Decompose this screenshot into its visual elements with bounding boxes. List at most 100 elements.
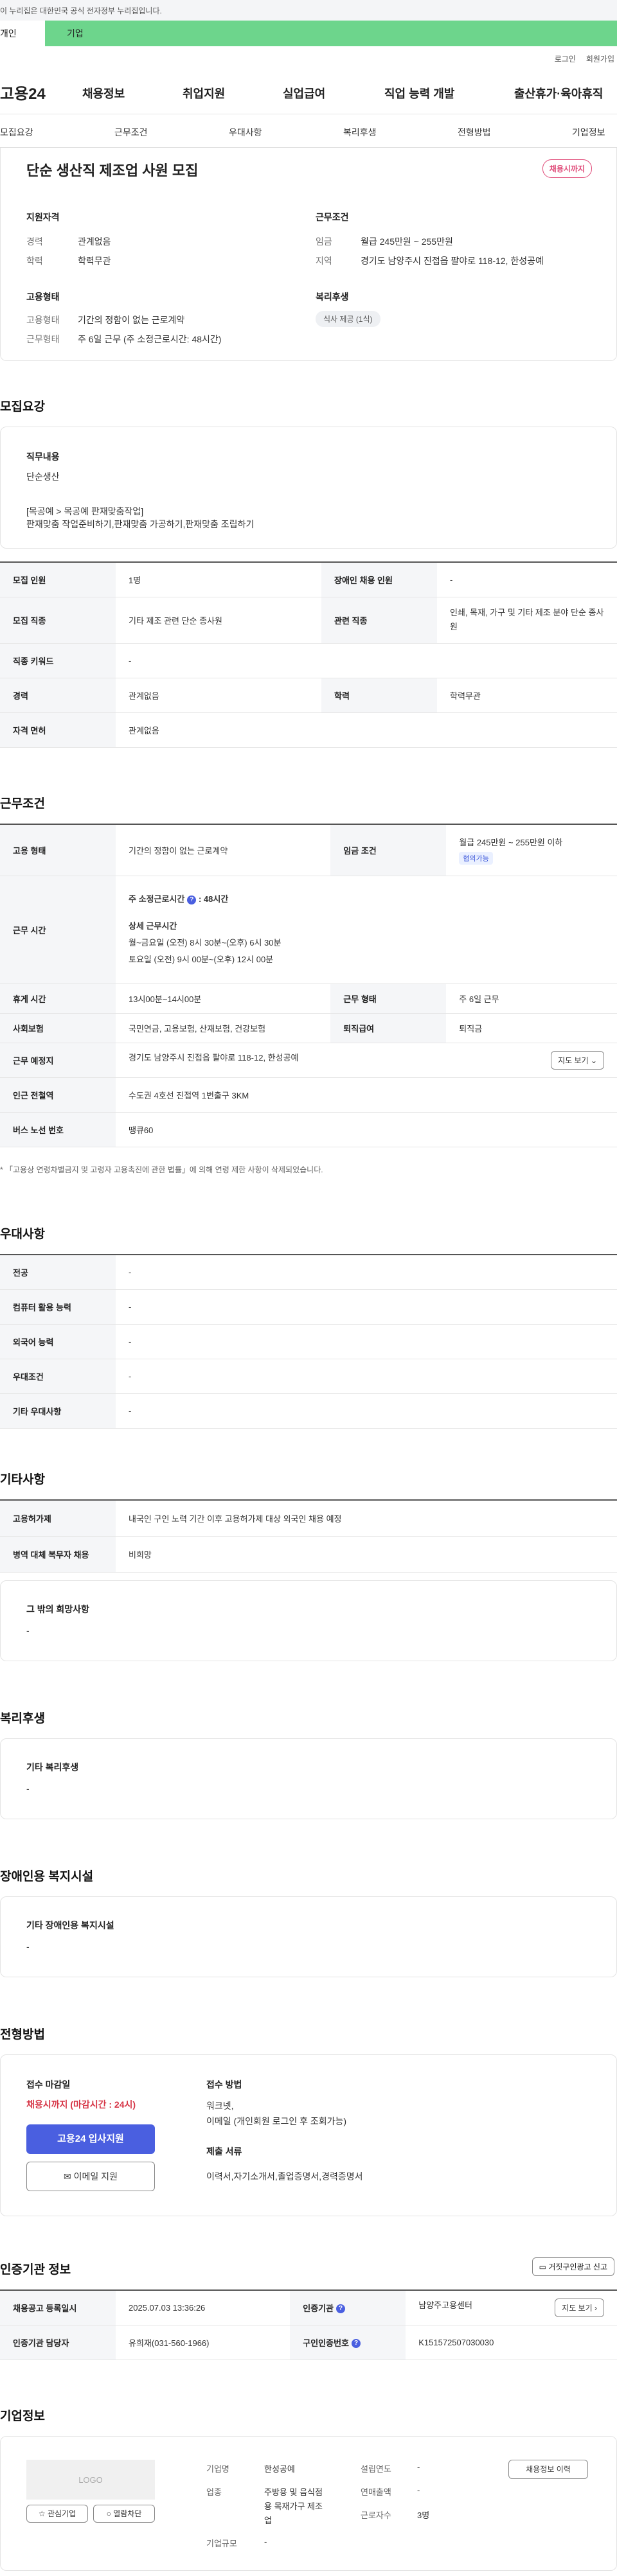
anchor-company[interactable]: 기업정보: [572, 126, 605, 139]
table-cell: 기간의 정함이 없는 근로계약: [116, 824, 331, 876]
work-table: 고용 형태 기간의 정함이 없는 근로계약 임금 조건 월급 245만원 ~ 25…: [0, 824, 617, 1147]
duty-detail-1: [목공예 > 목공예 판재맞춤작업]: [26, 506, 144, 516]
table-cell: -: [116, 1324, 617, 1359]
method-label: 접수 방법: [206, 2079, 242, 2090]
gnb-item-employment-support[interactable]: 취업지원: [183, 85, 225, 101]
mail-icon: ✉: [64, 2171, 71, 2182]
star-icon: ☆: [38, 2509, 46, 2518]
welfare-body: -: [26, 1783, 30, 1794]
table-head: 기타 우대사항: [0, 1393, 116, 1429]
login-link[interactable]: 로그인: [555, 53, 576, 64]
table-cell: 인쇄, 목재, 가구 및 기타 제조 분야 단순 종사원: [437, 597, 617, 644]
hiring-history-button[interactable]: 채용정보 이력: [508, 2460, 588, 2479]
table-head: 모집 인원: [0, 561, 116, 597]
table-cell: 수도권 4호선 진접역 1번출구 3KM: [116, 1077, 617, 1113]
anchor-pref[interactable]: 우대사항: [229, 126, 262, 139]
tab-business[interactable]: 기업: [45, 21, 617, 46]
table-row: 병역 대체 복무자 채용 비희망: [0, 1536, 617, 1573]
util-menu: 로그인 회원가입: [0, 46, 617, 71]
table-cell: 13시00분~14시00분: [116, 984, 331, 1014]
hours-detail-2: 토요일 (오전) 9시 00분~(오후) 12시 00분: [129, 955, 274, 964]
info-icon[interactable]: ?: [336, 2304, 346, 2314]
gnb-item-leave[interactable]: 출산휴가·육아휴직: [514, 85, 603, 101]
anchor-recruit[interactable]: 모집요강: [0, 126, 33, 139]
career-row: 경력 관계없음: [26, 236, 111, 247]
welfare-card: 기타 복리후생 -: [0, 1738, 617, 1819]
place-value: 경기도 남양주시 진접읍 팔야로 118-12, 한성공예: [129, 1052, 299, 1063]
table-row: 모집 직종 기타 제조 관련 단순 종사원 관련 직종 인쇄, 목재, 가구 및 기…: [0, 597, 617, 644]
scale-value: -: [264, 2537, 267, 2546]
summary-card: 단순 생산직 제조업 사원 모집 채용시까지 지원자격 경력 관계없음 학력 학력무…: [0, 148, 617, 361]
table-head: 장애인 채용 인원: [321, 561, 437, 597]
founded-value: -: [417, 2462, 420, 2472]
favorite-company-button[interactable]: ☆ 관심기업: [26, 2505, 88, 2523]
table-head: 인증기관?: [290, 2289, 406, 2325]
pref-table: 전공 - 컴퓨터 활용 능력 - 외국어 능력 - 우대조건 - 기타 우대사항 -: [0, 1254, 617, 1429]
anchor-welfare[interactable]: 복리후생: [343, 126, 377, 139]
wage-row: 임금 월급 245만원 ~ 255만원: [316, 236, 453, 247]
table-cell: -: [437, 561, 617, 597]
gnb-item-jobs[interactable]: 채용정보: [82, 85, 125, 101]
table-row: 직종 키워드 -: [0, 643, 617, 678]
info-icon[interactable]: ?: [352, 2339, 361, 2349]
duty-body: 단순생산: [26, 472, 60, 482]
table-head: 모집 직종: [0, 597, 116, 644]
process-card: 접수 마감일 채용시까지 (마감시간 : 24시) 고용24 입사지원 ✉ 이메…: [0, 2054, 617, 2216]
table-row: 기타 우대사항 -: [0, 1393, 617, 1429]
table-head: 휴게 시간: [0, 984, 116, 1014]
table-row: 전공 -: [0, 1254, 617, 1290]
site-logo[interactable]: 고용24: [0, 81, 46, 103]
table-cell: 2025.07.03 13:36:26: [116, 2289, 291, 2325]
anchor-work[interactable]: 근무조건: [114, 126, 148, 139]
gov-banner-text: 이 누리집은 대한민국 공식 전자정부 누리집입니다.: [0, 6, 162, 15]
anchor-process[interactable]: 전형방법: [458, 126, 491, 139]
table-head: 인증기관 담당자: [0, 2325, 116, 2360]
welfare-title: 기타 복리후생: [26, 1762, 79, 1772]
industry-label: 업종: [206, 2487, 222, 2497]
company-name-label: 기업명: [206, 2464, 229, 2474]
table-head: 구인인증번호?: [290, 2325, 406, 2360]
table-head: 관련 직종: [321, 597, 437, 644]
gnb-item-unemployment[interactable]: 실업급여: [283, 85, 325, 101]
report-button[interactable]: ▭ 거짓구인광고 신고: [532, 2257, 614, 2276]
tab-individual[interactable]: 개인: [0, 21, 45, 46]
email-apply-button[interactable]: ✉ 이메일 지원: [26, 2162, 155, 2191]
welfare-chip: 식사 제공 (1식): [316, 311, 380, 327]
disability-body: -: [26, 1941, 30, 1952]
anchor-nav: 모집요강 근무조건 우대사항 복리후생 전형방법 기업정보: [0, 114, 617, 148]
agency-map-button[interactable]: 지도 보기 ›: [555, 2298, 604, 2317]
table-head: 외국어 능력: [0, 1324, 116, 1359]
apply-button[interactable]: 고용24 입사지원: [26, 2124, 155, 2154]
org-value: 남양주고용센터: [418, 2300, 472, 2310]
docs-label: 제출 서류: [206, 2146, 242, 2157]
table-head: 경력: [0, 678, 116, 713]
table-row: 외국어 능력 -: [0, 1324, 617, 1359]
table-row: 사회보험 국민연금, 고용보험, 산재보험, 건강보험 퇴직급여 퇴직금: [0, 1013, 617, 1043]
table-row: 자격 면허 관계없음: [0, 712, 617, 748]
gnb-item-training[interactable]: 직업 능력 개발: [384, 85, 454, 101]
global-nav: 고용24 채용정보 취업지원 실업급여 직업 능력 개발 출산휴가·육아휴직: [0, 71, 617, 114]
place-cell: 경기도 남양주시 진접읍 팔야로 118-12, 한성공예 지도 보기 ⌄: [116, 1043, 617, 1078]
org-cell: 남양주고용센터 지도 보기 ›: [406, 2289, 617, 2325]
table-row: 경력 관계없음 학력 학력무관: [0, 678, 617, 713]
company-card: LOGO ☆ 관심기업 ○ 열람차단 기업명 한성공예 설립연도 - 업종 주방…: [0, 2436, 617, 2571]
deadline-value: 채용시까지 (마감시간 : 24시): [26, 2099, 136, 2110]
process-heading: 전형방법: [0, 2028, 45, 2042]
docs-value: 이력서,자기소개서,졸업증명서,경력증명서: [206, 2171, 363, 2182]
table-head: 퇴직급여: [330, 1013, 447, 1043]
hours-detail-1: 월~금요일 (오전) 8시 30분~(오후) 6시 30분: [129, 938, 282, 948]
table-head: 근무 시간: [0, 876, 116, 984]
info-icon[interactable]: ?: [187, 895, 197, 904]
work-heading: 근무조건: [0, 797, 45, 811]
employees-label: 근로자수: [361, 2510, 391, 2520]
company-heading: 기업정보: [0, 2410, 45, 2423]
circle-icon: ○: [106, 2509, 111, 2518]
table-cell: -: [116, 1359, 617, 1394]
table-cell: 비희망: [116, 1536, 617, 1573]
join-link[interactable]: 회원가입: [586, 53, 614, 64]
company-name-value: 한성공예: [264, 2464, 295, 2474]
map-button[interactable]: 지도 보기 ⌄: [551, 1050, 604, 1070]
block-company-button[interactable]: ○ 열람차단: [93, 2505, 155, 2523]
table-cell: 기타 제조 관련 단순 종사원: [116, 597, 321, 644]
table-head: 병역 대체 복무자 채용: [0, 1536, 116, 1573]
